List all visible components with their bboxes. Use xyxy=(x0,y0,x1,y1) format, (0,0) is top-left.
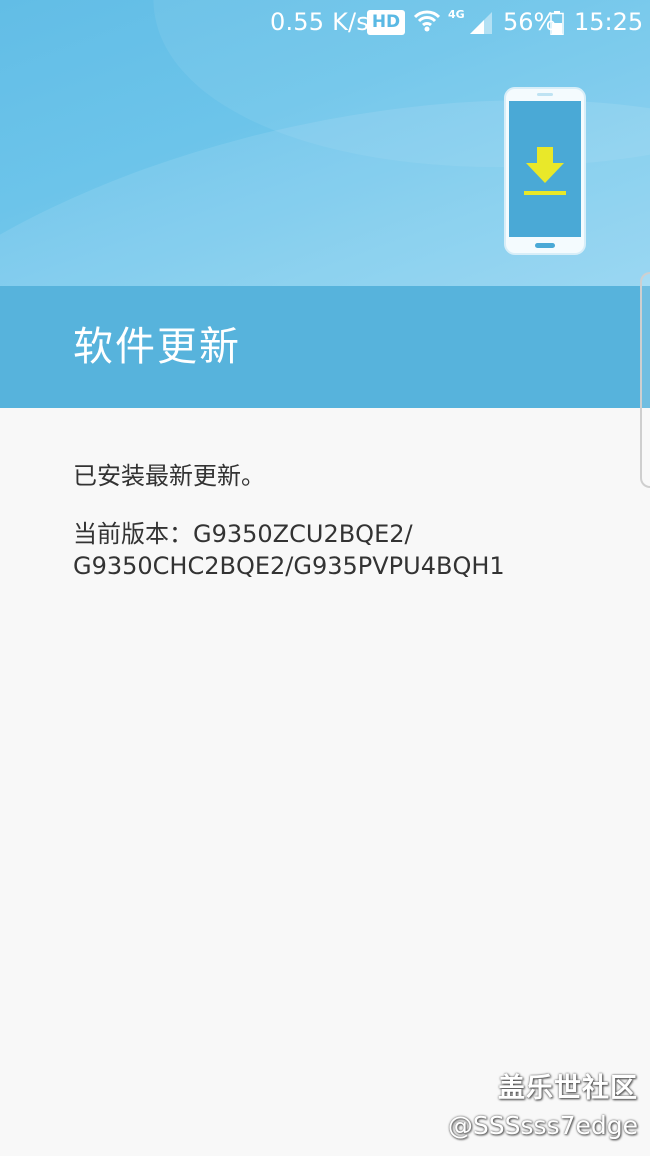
network-speed: 0.55 K/s xyxy=(270,8,369,36)
current-version-info: 当前版本：G9350ZCU2BQE2/ G9350CHC2BQE2/G935PV… xyxy=(73,518,505,582)
battery-percent: 56% xyxy=(503,8,557,36)
watermark-community: 盖乐世社区 xyxy=(498,1073,638,1104)
update-info-panel: 已安装最新更新。 当前版本：G9350ZCU2BQE2/ G9350CHC2BQ… xyxy=(0,408,650,1156)
watermark: 盖乐世社区 @SSSsss7edge xyxy=(448,1066,638,1140)
update-status-message: 已安装最新更新。 xyxy=(73,462,265,490)
phone-download-icon xyxy=(504,87,586,255)
software-update-screen: 0.55 K/s HD 4G 56% 15:25 软件更新 已安装最新更新。 当… xyxy=(0,0,650,1156)
edge-panel-handle[interactable] xyxy=(640,272,650,488)
network-type: 4G xyxy=(448,8,465,21)
clock: 15:25 xyxy=(574,8,644,36)
title-bar: 软件更新 xyxy=(0,286,650,408)
status-bar: 0.55 K/s HD 4G 56% 15:25 xyxy=(0,0,650,46)
wifi-icon xyxy=(413,9,441,39)
hd-voice-badge: HD xyxy=(367,10,405,35)
version-label-line: 当前版本：G9350ZCU2BQE2/ xyxy=(73,520,413,548)
battery-icon xyxy=(550,11,564,41)
version-line-2: G9350CHC2BQE2/G935PVPU4BQH1 xyxy=(73,552,505,580)
header-illustration-area: 0.55 K/s HD 4G 56% 15:25 xyxy=(0,0,650,286)
watermark-user: @SSSsss7edge xyxy=(447,1111,638,1140)
signal-icon xyxy=(468,12,494,40)
page-title: 软件更新 xyxy=(73,324,241,370)
